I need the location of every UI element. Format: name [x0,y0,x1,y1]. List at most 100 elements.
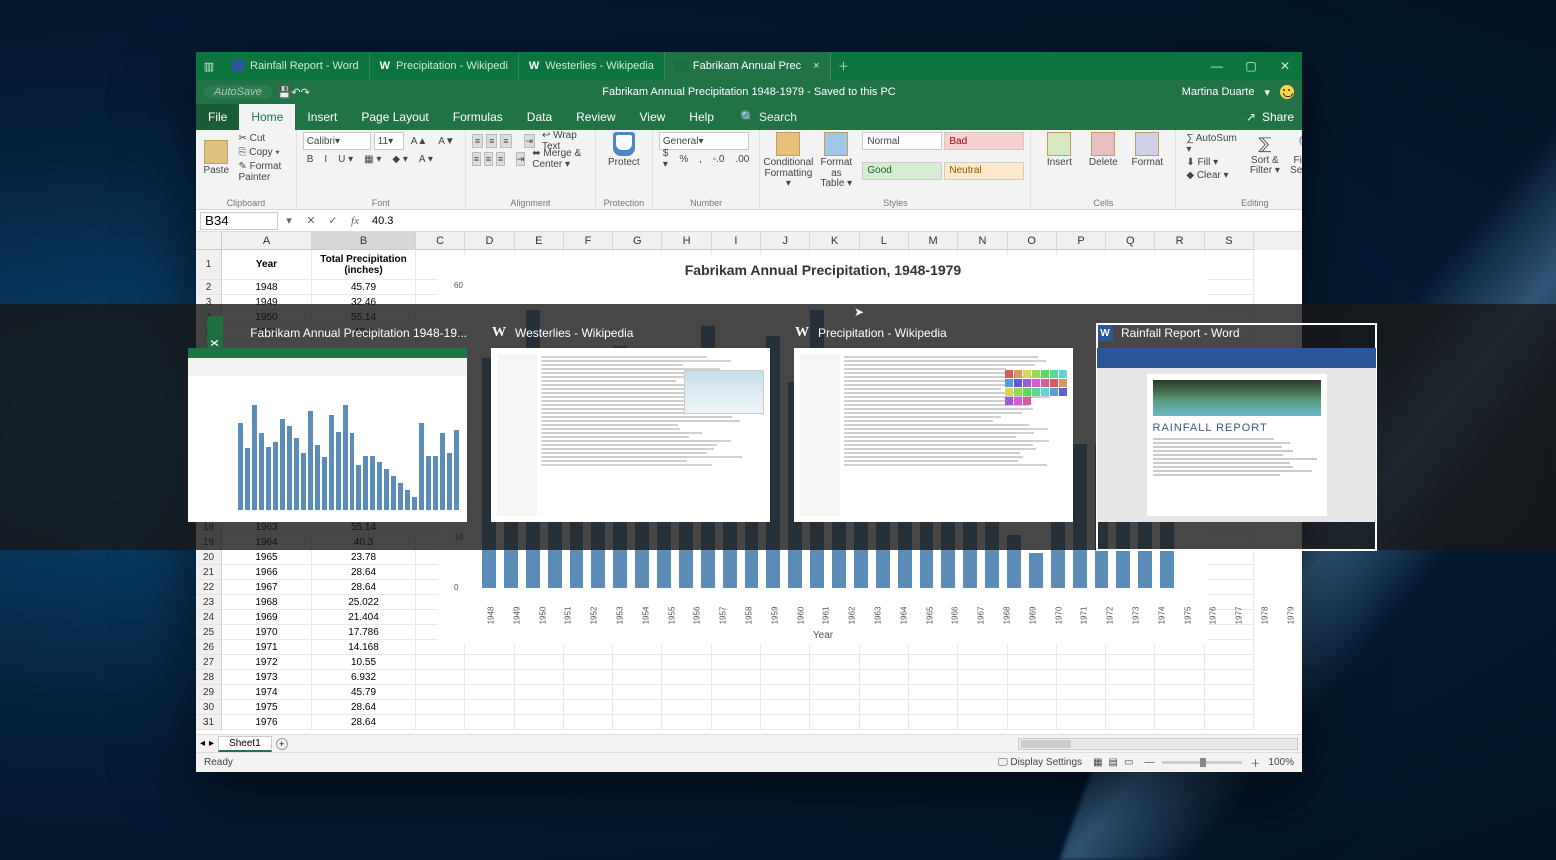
cell[interactable] [515,715,564,730]
number-format-button[interactable]: $ ▾ [659,147,673,171]
cell[interactable] [564,655,613,670]
name-box[interactable] [200,212,278,230]
ribbon-tab-home[interactable]: Home [239,104,295,130]
find-select-button[interactable]: 🔍Find & Select ▾ [1288,132,1302,182]
cell[interactable]: 28.64 [312,715,416,730]
cell[interactable] [416,715,465,730]
cell[interactable] [860,670,909,685]
column-header[interactable]: C [416,232,465,250]
enter-icon[interactable]: ✓ [322,214,344,227]
format-cells-button[interactable]: Format [1125,132,1169,169]
window-tab[interactable]: WWesterlies - Wikipedia [519,52,665,80]
window-tab[interactable]: Rainfall Report - Word [222,52,370,80]
cell[interactable] [662,685,711,700]
cell[interactable] [909,700,958,715]
cell[interactable]: Year [222,250,312,280]
horizontal-scrollbar[interactable] [1018,738,1298,750]
alt-tab-card[interactable]: XFabrikam Annual Precipitation 1948-19..… [188,324,467,550]
share-button[interactable]: Share [1262,110,1294,124]
qat-icon[interactable]: ↷ [301,87,310,99]
column-header[interactable]: D [465,232,514,250]
autosave-toggle[interactable]: AutoSave [204,85,272,99]
new-sheet-button[interactable]: + [276,738,288,750]
cell[interactable] [1106,655,1155,670]
cell[interactable] [1205,250,1254,280]
row-header[interactable]: 22 [196,580,222,595]
zoom-in-button[interactable]: ＋ [1250,755,1260,770]
cell[interactable] [1057,670,1106,685]
cell[interactable] [662,715,711,730]
cell[interactable]: 14.168 [312,640,416,655]
cell[interactable] [958,715,1007,730]
cell[interactable] [958,700,1007,715]
row-header[interactable]: 1 [196,250,222,280]
cell[interactable]: Total Precipitation (inches) [312,250,416,280]
column-header[interactable]: I [712,232,761,250]
cell[interactable] [1106,700,1155,715]
ribbon-tab-data[interactable]: Data [515,104,564,130]
cell[interactable]: 23.78 [312,550,416,565]
cell[interactable] [1008,715,1057,730]
cell[interactable]: 28.64 [312,580,416,595]
cell[interactable] [1008,685,1057,700]
window-tab[interactable]: WPrecipitation - Wikipedi [370,52,519,80]
row-header[interactable]: 2 [196,280,222,295]
column-header[interactable]: L [860,232,909,250]
tab-file[interactable]: File [196,104,239,130]
increase-font-button[interactable]: A▲ [407,135,432,148]
column-header[interactable]: N [958,232,1007,250]
row-header[interactable]: 28 [196,670,222,685]
tell-me-search[interactable]: 🔍 Search [726,104,797,130]
fx-icon[interactable]: fx [344,215,366,227]
cell[interactable] [564,700,613,715]
cell[interactable] [1205,280,1254,295]
cell[interactable]: 6.932 [312,670,416,685]
cell[interactable] [515,685,564,700]
cell[interactable] [515,700,564,715]
cell[interactable] [810,685,859,700]
column-header[interactable]: E [515,232,564,250]
row-header[interactable]: 21 [196,565,222,580]
cell[interactable] [416,655,465,670]
sheet-nav-next[interactable]: ▸ [209,738,214,749]
font-style-button[interactable]: ▦ ▾ [360,153,385,166]
alt-tab-card[interactable]: WRainfall Report - WordRAINFALL REPORT [1097,324,1376,550]
column-header[interactable]: K [810,232,859,250]
clear-button[interactable]: ◆ Clear ▾ [1182,169,1241,182]
cell[interactable] [564,715,613,730]
fill-button[interactable]: ⬇ Fill ▾ [1182,156,1241,169]
cell[interactable] [712,715,761,730]
cell[interactable] [860,685,909,700]
sheet-tab[interactable]: Sheet1 [218,736,272,752]
column-header[interactable]: S [1205,232,1254,250]
cell[interactable] [1205,640,1254,655]
cell[interactable] [1205,700,1254,715]
cell[interactable] [1155,655,1204,670]
alt-tab-card[interactable]: WPrecipitation - Wikipedia [794,324,1073,550]
row-header[interactable]: 31 [196,715,222,730]
cell[interactable] [515,655,564,670]
cell[interactable]: 1970 [222,625,312,640]
cell[interactable] [515,670,564,685]
zoom-out-button[interactable]: — [1144,757,1154,768]
column-header[interactable]: G [613,232,662,250]
cell[interactable]: 28.64 [312,565,416,580]
column-header[interactable]: M [909,232,958,250]
format-painter-button[interactable]: ✎ Format Painter [234,160,289,184]
user-menu-icon[interactable]: ▾ [1264,86,1270,99]
cell[interactable] [1106,670,1155,685]
cell[interactable] [564,685,613,700]
cell[interactable] [1057,700,1106,715]
column-header[interactable]: R [1155,232,1204,250]
zoom-percent[interactable]: 100% [1268,757,1294,768]
select-all-corner[interactable] [196,232,222,250]
cell[interactable] [1205,685,1254,700]
ribbon-tab-help[interactable]: Help [677,104,726,130]
cell-style-good[interactable]: Good [862,162,942,180]
cell[interactable] [860,715,909,730]
insert-cells-button[interactable]: Insert [1037,132,1081,169]
cell[interactable] [712,655,761,670]
cut-button[interactable]: ✂ Cut [234,132,289,145]
cell[interactable] [465,685,514,700]
cell[interactable] [416,670,465,685]
